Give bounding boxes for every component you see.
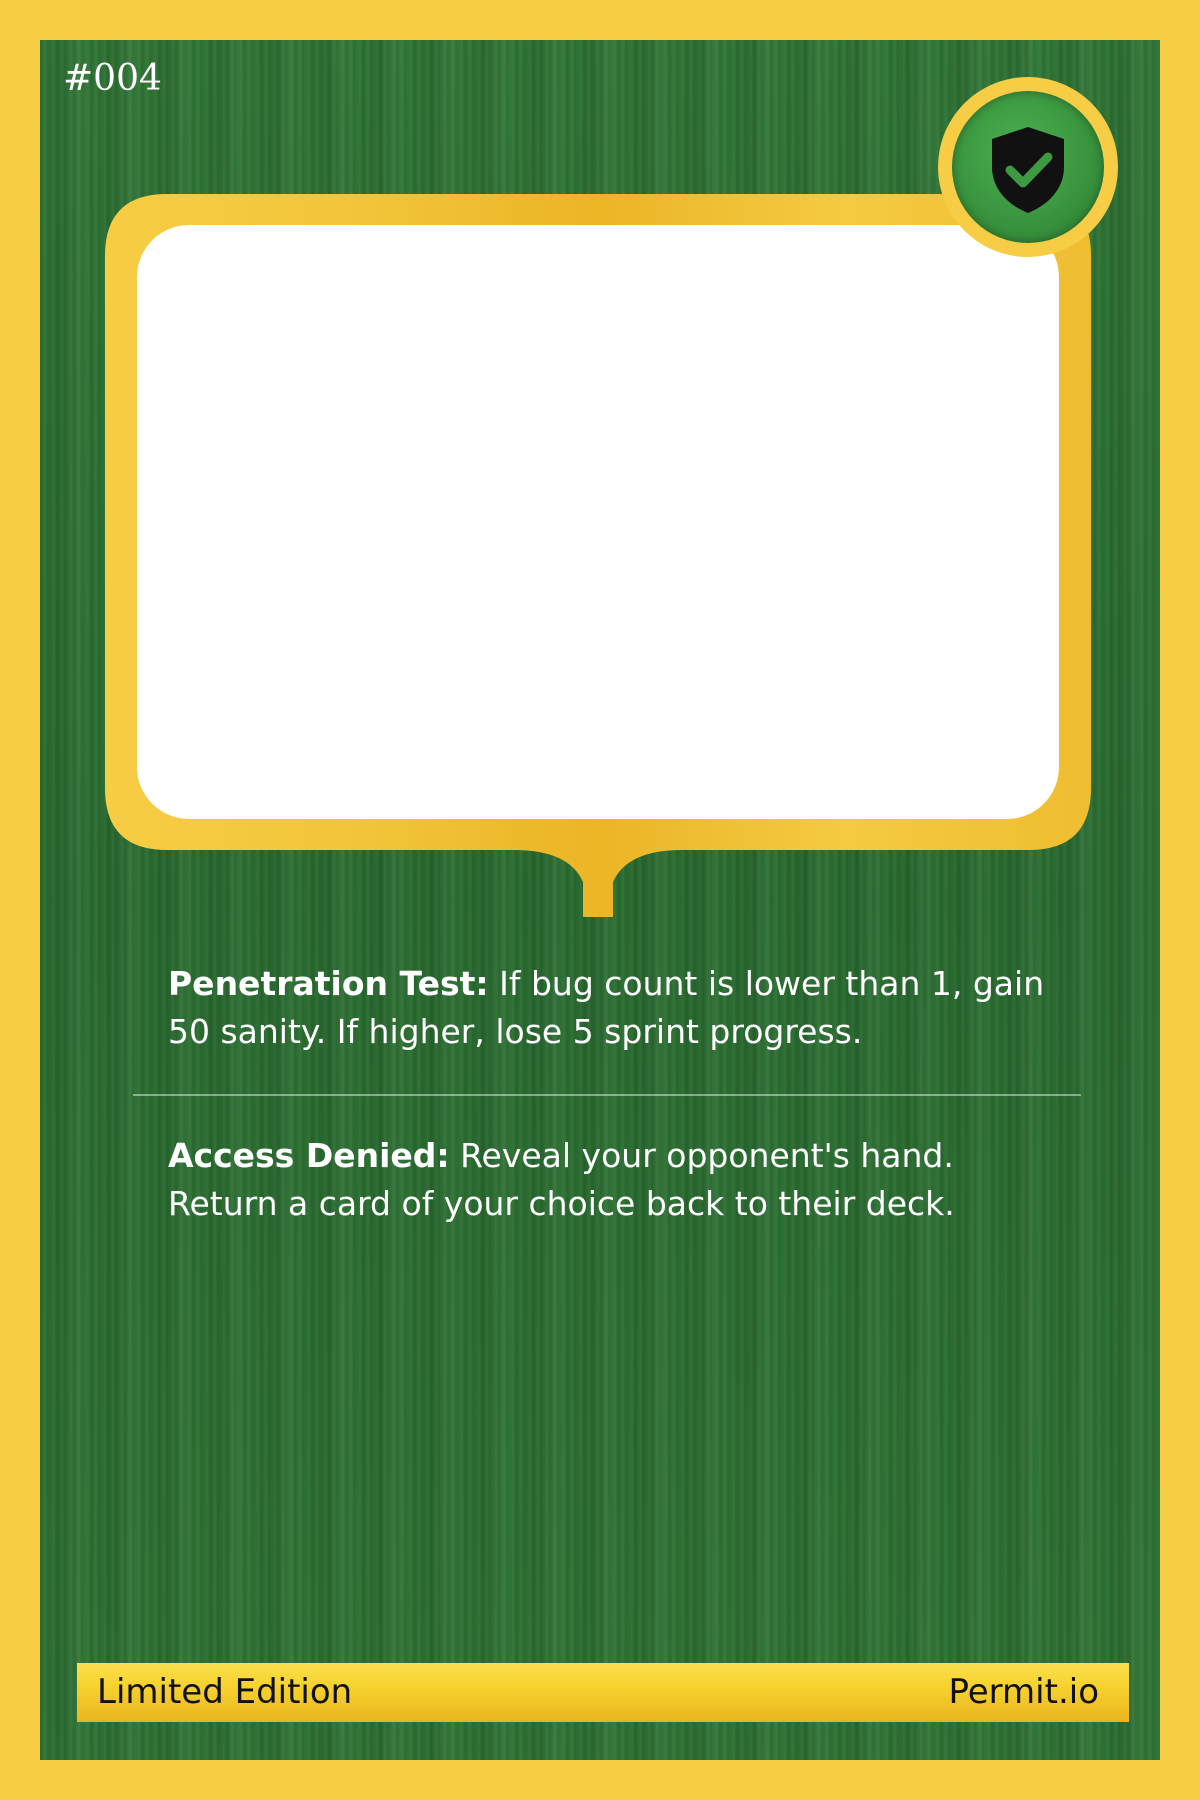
ability-name: Access Denied: bbox=[168, 1136, 450, 1175]
ability-name: Penetration Test: bbox=[168, 964, 489, 1003]
ability-2: Access Denied: Reveal your opponent's ha… bbox=[168, 1132, 1068, 1228]
footer-bar: Limited Edition Permit.io bbox=[77, 1663, 1129, 1722]
card-number: #004 bbox=[63, 58, 162, 99]
shield-check-icon bbox=[992, 127, 1064, 213]
ability-1: Penetration Test: If bug count is lower … bbox=[168, 960, 1068, 1056]
edition-label: Limited Edition bbox=[97, 1672, 353, 1712]
illustration-area bbox=[137, 225, 1059, 819]
badge-circle bbox=[952, 91, 1104, 243]
brand-label: Permit.io bbox=[948, 1672, 1099, 1712]
game-card: #004 Penetration Test: If bug count is l… bbox=[0, 0, 1200, 1800]
ability-divider bbox=[133, 1094, 1081, 1096]
card-badge bbox=[938, 77, 1118, 257]
